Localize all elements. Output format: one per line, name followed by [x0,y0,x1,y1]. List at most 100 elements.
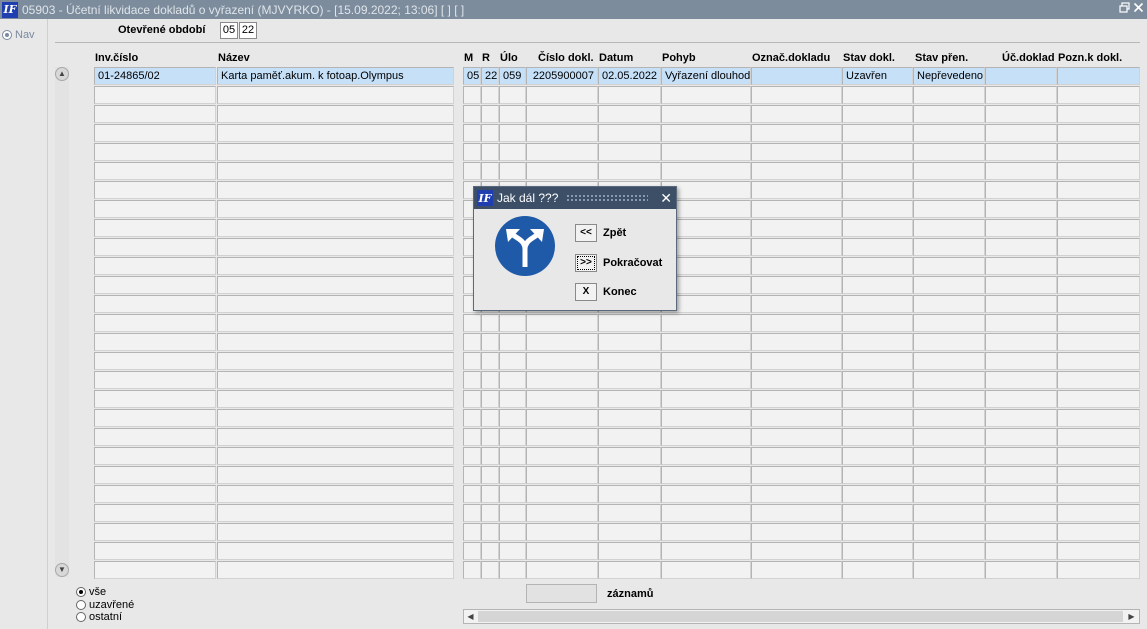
table-cell-pozn[interactable] [1057,143,1140,161]
table-cell-m[interactable] [463,504,481,522]
table-cell-datum[interactable] [598,561,661,579]
table-cell-stav[interactable] [842,162,913,180]
table-cell-pozn[interactable] [1057,523,1140,541]
horizontal-scrollbar[interactable]: ◀ ▶ [463,609,1140,624]
table-cell-datum[interactable]: 02.05.2022 [598,67,661,85]
table-cell-pozn[interactable] [1057,276,1140,294]
table-cell-r[interactable] [481,105,499,123]
scroll-right-icon[interactable]: ▶ [1126,611,1137,622]
table-cell-r[interactable] [481,447,499,465]
table-cell-nazev[interactable] [217,276,454,294]
table-cell-datum[interactable] [598,485,661,503]
table-cell-nazev[interactable] [217,314,454,332]
table-cell-inv[interactable] [94,371,216,389]
table-cell-ulo[interactable] [499,162,526,180]
table-cell-pohyb[interactable] [661,504,751,522]
table-cell-nazev[interactable] [217,561,454,579]
table-cell-cislo[interactable] [526,143,598,161]
table-cell-oznac[interactable] [751,86,842,104]
table-cell-pozn[interactable] [1057,238,1140,256]
table-cell-ucdoklad[interactable] [985,238,1057,256]
period-year-field[interactable]: 22 [239,22,257,39]
table-cell-pozn[interactable] [1057,314,1140,332]
table-cell-stavpren[interactable] [913,561,985,579]
table-cell-m[interactable] [463,466,481,484]
table-cell-stavpren[interactable] [913,105,985,123]
scroll-up-icon[interactable]: ▲ [55,67,69,81]
restore-icon[interactable] [1117,2,1131,16]
table-cell-pozn[interactable] [1057,333,1140,351]
table-cell-oznac[interactable] [751,162,842,180]
table-cell-pozn[interactable] [1057,86,1140,104]
table-cell-r[interactable] [481,143,499,161]
continue-button[interactable]: >> [575,254,597,272]
table-cell-datum[interactable] [598,333,661,351]
table-cell-inv[interactable] [94,181,216,199]
table-cell-nazev[interactable] [217,409,454,427]
table-cell-m[interactable] [463,542,481,560]
table-cell-datum[interactable] [598,542,661,560]
table-cell-m[interactable] [463,352,481,370]
table-cell-nazev[interactable] [217,485,454,503]
table-cell-stavpren[interactable] [913,542,985,560]
table-cell-cislo[interactable] [526,447,598,465]
table-cell-stav[interactable] [842,86,913,104]
table-cell-stavpren[interactable] [913,181,985,199]
table-cell-stav[interactable] [842,295,913,313]
table-cell-stav[interactable] [842,542,913,560]
table-cell-pozn[interactable] [1057,219,1140,237]
table-cell-r[interactable] [481,561,499,579]
scroll-left-icon[interactable]: ◀ [465,611,476,622]
table-cell-nazev[interactable] [217,200,454,218]
table-cell-r[interactable] [481,352,499,370]
table-cell-oznac[interactable] [751,276,842,294]
table-cell-oznac[interactable] [751,542,842,560]
table-cell-oznac[interactable] [751,409,842,427]
table-cell-nazev[interactable] [217,86,454,104]
table-cell-oznac[interactable] [751,371,842,389]
table-cell-ulo[interactable] [499,371,526,389]
table-cell-oznac[interactable] [751,257,842,275]
table-cell-pohyb[interactable] [661,447,751,465]
nav-button[interactable]: Nav [2,29,35,41]
filter-option-other[interactable]: ostatní [76,611,122,623]
table-cell-pozn[interactable] [1057,257,1140,275]
table-cell-datum[interactable] [598,124,661,142]
table-cell-inv[interactable] [94,238,216,256]
table-cell-ulo[interactable] [499,352,526,370]
table-cell-ucdoklad[interactable] [985,504,1057,522]
table-cell-inv[interactable] [94,523,216,541]
table-cell-datum[interactable] [598,352,661,370]
table-cell-r[interactable] [481,162,499,180]
scroll-thumb[interactable] [478,611,1123,622]
table-cell-nazev[interactable] [217,257,454,275]
table-cell-oznac[interactable] [751,219,842,237]
table-cell-ucdoklad[interactable] [985,200,1057,218]
table-cell-pozn[interactable] [1057,466,1140,484]
table-cell-oznac[interactable] [751,485,842,503]
table-cell-ulo[interactable] [499,314,526,332]
table-cell-inv[interactable] [94,124,216,142]
table-cell-stavpren[interactable] [913,124,985,142]
table-cell-stav[interactable] [842,181,913,199]
table-cell-cislo[interactable] [526,409,598,427]
table-cell-stav[interactable] [842,200,913,218]
table-cell-r[interactable] [481,428,499,446]
table-cell-stavpren[interactable] [913,333,985,351]
table-cell-inv[interactable] [94,143,216,161]
table-cell-m[interactable] [463,485,481,503]
table-cell-pohyb[interactable]: Vyřazení dlouhod [661,67,751,85]
table-cell-ucdoklad[interactable] [985,105,1057,123]
table-cell-pozn[interactable] [1057,200,1140,218]
table-cell-cislo[interactable] [526,390,598,408]
radio-icon[interactable] [76,600,86,610]
table-cell-stav[interactable] [842,523,913,541]
table-cell-ucdoklad[interactable] [985,257,1057,275]
table-cell-oznac[interactable] [751,561,842,579]
table-cell-ucdoklad[interactable] [985,390,1057,408]
table-cell-ulo[interactable] [499,485,526,503]
table-cell-m[interactable] [463,447,481,465]
table-cell-stavpren[interactable] [913,86,985,104]
table-cell-stav[interactable] [842,447,913,465]
table-cell-cislo[interactable] [526,542,598,560]
